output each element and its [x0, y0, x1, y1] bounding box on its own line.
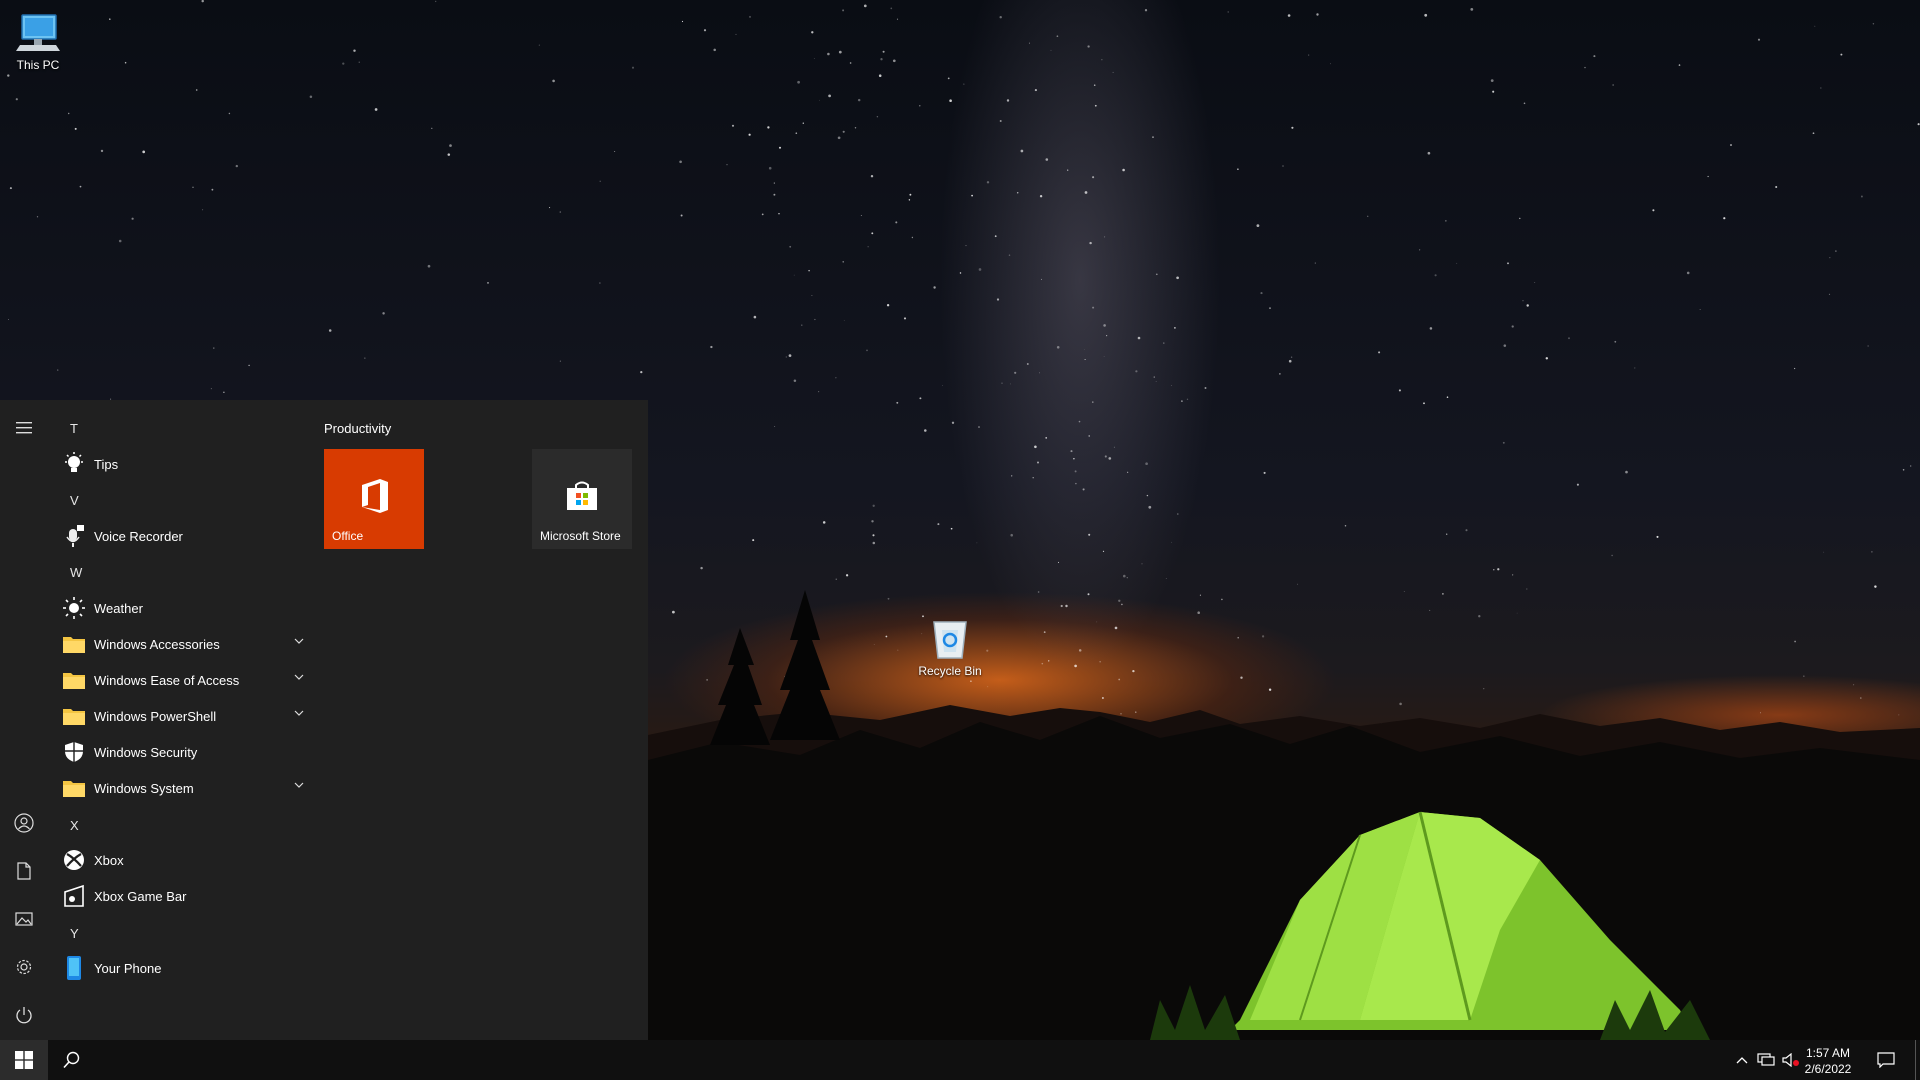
weather-sun-icon	[60, 594, 88, 622]
app-weather[interactable]: Weather	[60, 591, 310, 625]
app-windows-accessories[interactable]: Windows Accessories	[60, 627, 310, 661]
app-windows-ease-of-access[interactable]: Windows Ease of Access	[60, 663, 310, 697]
recycle-bin-label: Recycle Bin	[918, 664, 982, 678]
power-button[interactable]	[0, 991, 48, 1039]
user-account-button[interactable]	[0, 799, 48, 847]
folder-icon	[60, 774, 88, 802]
recycle-bin-icon	[926, 614, 974, 662]
search-button[interactable]	[48, 1040, 96, 1080]
chevron-down-icon[interactable]	[294, 782, 304, 788]
shield-icon	[60, 738, 88, 766]
windows-logo-icon	[15, 1051, 33, 1069]
app-label: Your Phone	[94, 960, 162, 976]
pictures-icon	[15, 912, 33, 926]
app-label: Voice Recorder	[94, 528, 183, 544]
app-label: Windows Security	[94, 744, 198, 760]
letter-header-y[interactable]: Y	[70, 926, 79, 941]
settings-button[interactable]	[0, 943, 48, 991]
letter-header-t[interactable]: T	[70, 421, 78, 436]
app-label: Tips	[94, 456, 119, 472]
tile-group-title[interactable]: Productivity	[324, 421, 391, 436]
app-windows-system[interactable]: Windows System	[60, 771, 310, 805]
app-list: T Tips V Voice Recorder W Weather Window…	[48, 400, 310, 1040]
chevron-up-icon	[1736, 1057, 1748, 1064]
start-menu: T Tips V Voice Recorder W Weather Window…	[0, 400, 648, 1040]
documents-icon	[17, 862, 31, 880]
power-icon	[16, 1007, 32, 1024]
phone-icon	[60, 954, 88, 982]
app-voice-recorder[interactable]: Voice Recorder	[60, 519, 310, 553]
folder-icon	[60, 630, 88, 658]
settings-gear-icon	[16, 959, 32, 975]
microphone-icon	[60, 522, 88, 550]
taskbar-clock[interactable]: 1:57 AM 2/6/2022	[1798, 1045, 1858, 1077]
chevron-down-icon[interactable]	[294, 674, 304, 680]
tile-office[interactable]: Office	[324, 449, 424, 549]
start-button[interactable]	[0, 1040, 48, 1080]
this-pc-label: This PC	[16, 58, 60, 72]
app-label: Xbox	[94, 852, 124, 868]
app-label: Windows PowerShell	[94, 708, 217, 724]
expand-menu-button[interactable]	[0, 404, 48, 452]
hamburger-menu-icon	[16, 422, 32, 434]
app-label: Weather	[94, 600, 143, 616]
letter-header-w[interactable]: W	[70, 565, 82, 580]
start-rail	[0, 400, 48, 1040]
search-icon	[63, 1051, 80, 1069]
app-label: Xbox Game Bar	[94, 888, 187, 904]
desktop-icon-this-pc[interactable]: This PC	[0, 8, 76, 72]
app-label: Windows System	[94, 780, 194, 796]
letter-header-v[interactable]: V	[70, 493, 79, 508]
show-desktop-button[interactable]	[1915, 1040, 1920, 1080]
app-windows-powershell[interactable]: Windows PowerShell	[60, 699, 310, 733]
app-your-phone[interactable]: Your Phone	[60, 951, 310, 985]
app-xbox-game-bar[interactable]: Xbox Game Bar	[60, 879, 310, 913]
app-tips[interactable]: Tips	[60, 447, 310, 481]
office-logo-icon	[362, 479, 388, 513]
letter-header-x[interactable]: X	[70, 818, 79, 833]
tile-label: Microsoft Store	[540, 529, 621, 543]
documents-button[interactable]	[0, 847, 48, 895]
store-bag-icon	[567, 481, 597, 510]
app-windows-security[interactable]: Windows Security	[60, 735, 310, 769]
app-label: Windows Accessories	[94, 636, 220, 652]
game-bar-icon	[60, 882, 88, 910]
action-center-icon	[1877, 1052, 1895, 1068]
folder-icon	[60, 702, 88, 730]
network-button[interactable]	[1754, 1040, 1778, 1080]
show-hidden-icons-button[interactable]	[1732, 1040, 1752, 1080]
pictures-button[interactable]	[0, 895, 48, 943]
this-pc-icon	[14, 8, 62, 56]
tile-microsoft-store[interactable]: Microsoft Store	[532, 449, 632, 549]
app-label: Windows Ease of Access	[94, 672, 240, 688]
action-center-button[interactable]	[1866, 1040, 1906, 1080]
tips-lightbulb-icon	[60, 450, 88, 478]
xbox-icon	[60, 846, 88, 874]
tile-label: Office	[332, 529, 364, 543]
network-icon	[1757, 1053, 1775, 1066]
clock-time: 1:57 AM	[1805, 1046, 1851, 1060]
chevron-down-icon[interactable]	[294, 710, 304, 716]
clock-date: 2/6/2022	[1804, 1062, 1852, 1076]
user-account-icon	[14, 813, 34, 833]
folder-icon	[60, 666, 88, 694]
chevron-down-icon[interactable]	[294, 638, 304, 644]
desktop-icon-recycle-bin[interactable]: Recycle Bin	[912, 614, 988, 678]
app-xbox[interactable]: Xbox	[60, 843, 310, 877]
taskbar: 1:57 AM 2/6/2022	[0, 1040, 1920, 1080]
